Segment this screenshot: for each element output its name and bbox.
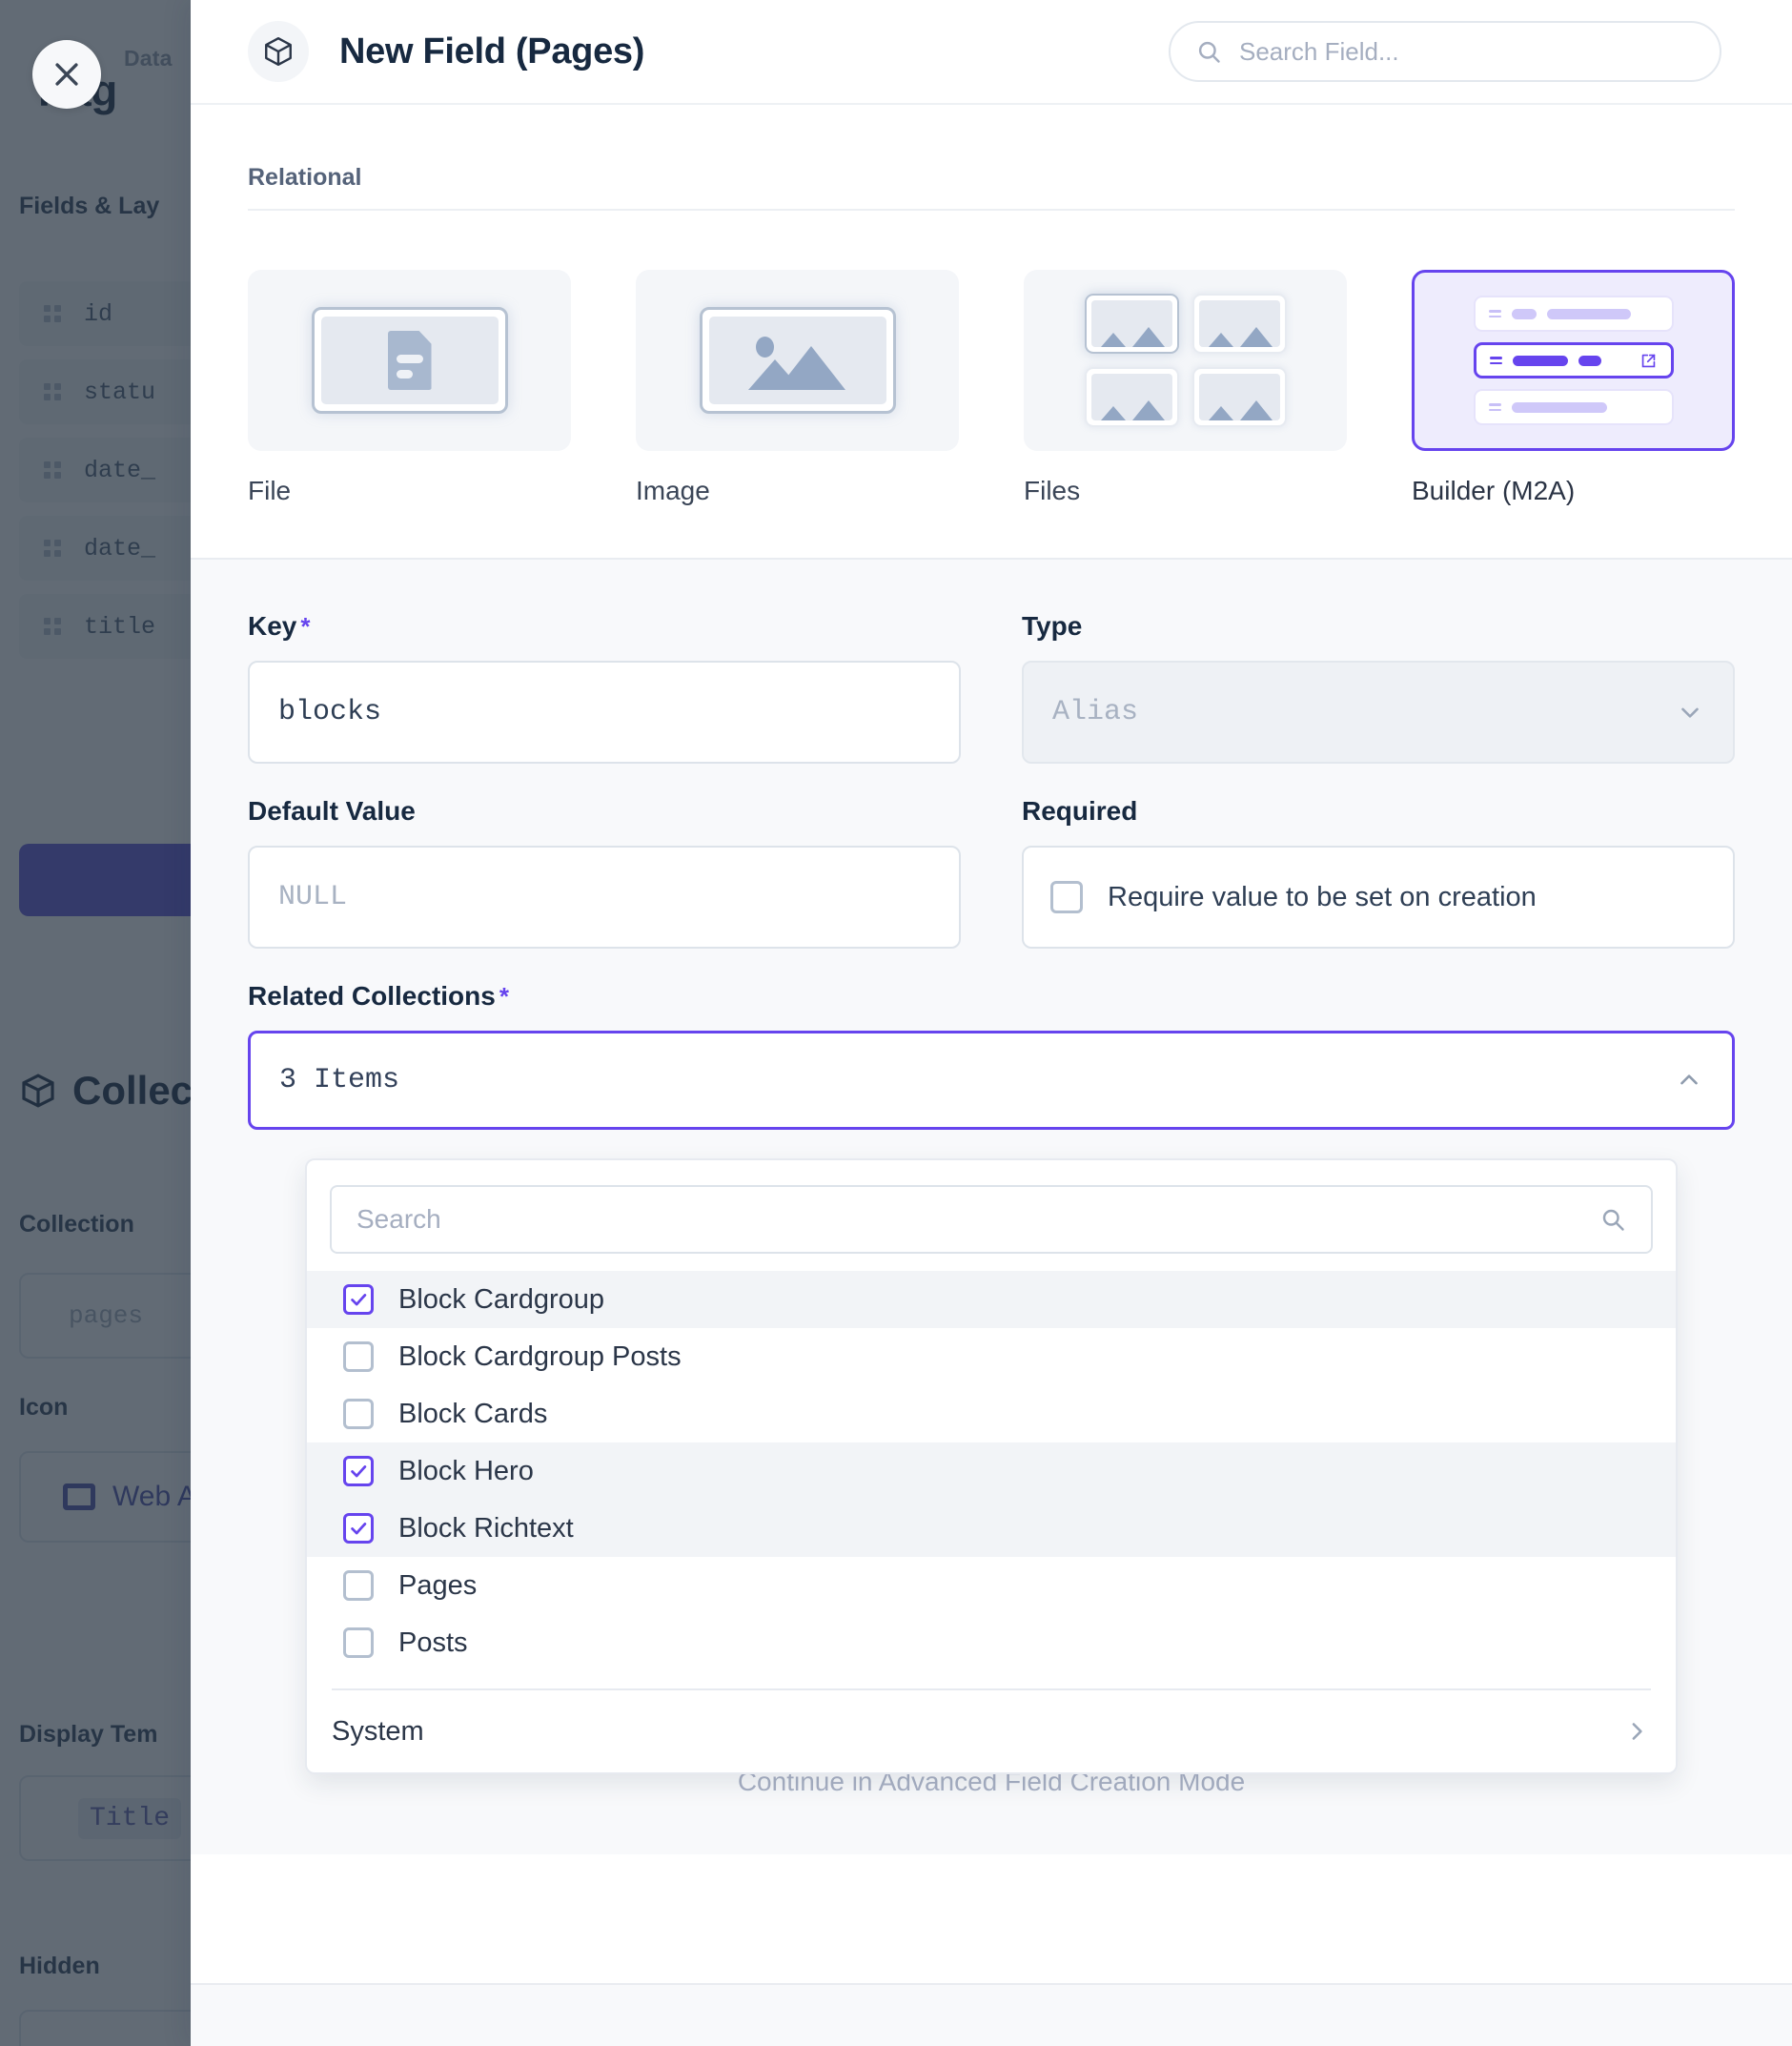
required-checkbox-row[interactable]: Require value to be set on creation xyxy=(1022,846,1735,949)
field-type-label: Files xyxy=(1024,476,1347,506)
chevron-right-icon xyxy=(1622,1717,1651,1746)
option-checkbox[interactable] xyxy=(343,1284,374,1315)
key-input[interactable]: blocks xyxy=(248,661,961,764)
dropdown-option-block-cardgroup-posts[interactable]: Block Cardgroup Posts xyxy=(307,1328,1676,1385)
option-label: Pages xyxy=(398,1570,477,1602)
modal-overlay[interactable] xyxy=(0,0,191,2046)
system-label: System xyxy=(332,1716,424,1748)
files-grid-icon xyxy=(1024,270,1347,451)
related-collections-select[interactable]: 3 Items xyxy=(248,1031,1735,1130)
key-label: Key * xyxy=(248,611,961,642)
related-collections-value: 3 Items xyxy=(279,1064,399,1096)
related-collections-dropdown: Search Block Cardgroup xyxy=(305,1158,1678,1774)
drawer-body: Relational File xyxy=(191,105,1792,2046)
related-collections-label: Related Collections * xyxy=(248,981,1735,1012)
related-collections-label-text: Related Collections xyxy=(248,981,496,1012)
default-value-input[interactable]: NULL xyxy=(248,846,961,949)
option-checkbox[interactable] xyxy=(343,1513,374,1544)
option-label: Block Cards xyxy=(398,1399,547,1430)
required-checkbox-label: Require value to be set on creation xyxy=(1108,882,1537,913)
required-checkbox[interactable] xyxy=(1050,881,1083,913)
key-label-text: Key xyxy=(248,611,296,642)
option-checkbox[interactable] xyxy=(343,1399,374,1429)
field-type-label: Image xyxy=(636,476,959,506)
search-icon xyxy=(1195,38,1222,65)
dropdown-option-block-hero[interactable]: Block Hero xyxy=(307,1442,1676,1500)
default-value-placeholder: NULL xyxy=(278,881,347,913)
field-type-label: Builder (M2A) xyxy=(1412,476,1735,506)
dropdown-option-block-cardgroup[interactable]: Block Cardgroup xyxy=(307,1271,1676,1328)
dropdown-option-pages[interactable]: Pages xyxy=(307,1557,1676,1614)
chevron-down-icon xyxy=(1676,698,1704,726)
file-thumb-icon xyxy=(248,270,571,451)
field-settings-form: Key * blocks Type Alias xyxy=(191,558,1792,1854)
required-label-text: Required xyxy=(1022,796,1137,827)
search-field-placeholder: Search Field... xyxy=(1239,37,1399,67)
dropdown-option-posts[interactable]: Posts xyxy=(307,1614,1676,1671)
field-type-cards: File Image xyxy=(248,211,1735,558)
dropdown-search-input[interactable]: Search xyxy=(330,1185,1653,1254)
drawer-footer-bar xyxy=(191,1983,1792,2046)
type-label: Type xyxy=(1022,611,1735,642)
field-type-card-file[interactable]: File xyxy=(248,270,571,506)
dropdown-search-placeholder: Search xyxy=(356,1204,441,1235)
search-icon xyxy=(1599,1206,1626,1233)
check-icon xyxy=(348,1289,369,1310)
default-value-label: Default Value xyxy=(248,796,961,827)
type-value: Alias xyxy=(1052,696,1138,728)
cube-icon xyxy=(248,21,309,82)
required-marker: * xyxy=(499,982,509,1012)
related-collections-block: Related Collections * 3 Items Search xyxy=(248,949,1735,1854)
close-icon xyxy=(51,58,83,91)
option-checkbox[interactable] xyxy=(343,1627,374,1658)
dropdown-option-block-cards[interactable]: Block Cards xyxy=(307,1385,1676,1442)
required-label: Required xyxy=(1022,796,1735,827)
chevron-up-icon xyxy=(1675,1066,1703,1095)
option-label: Block Cardgroup xyxy=(398,1284,604,1316)
external-link-icon xyxy=(1639,352,1658,370)
field-type-card-files[interactable]: Files xyxy=(1024,270,1347,506)
dropdown-option-block-richtext[interactable]: Block Richtext xyxy=(307,1500,1676,1557)
option-checkbox[interactable] xyxy=(343,1570,374,1601)
check-icon xyxy=(348,1461,369,1482)
field-type-card-image[interactable]: Image xyxy=(636,270,959,506)
app-screen: Data Pag Fields & Lay id statu date_ xyxy=(0,0,1792,2046)
option-label: Block Hero xyxy=(398,1456,534,1487)
field-type-card-builder-m2a[interactable]: Builder (M2A) xyxy=(1412,270,1735,506)
field-type-label: File xyxy=(248,476,571,506)
builder-m2a-icon xyxy=(1412,270,1735,451)
type-select[interactable]: Alias xyxy=(1022,661,1735,764)
required-marker: * xyxy=(300,612,310,642)
close-button[interactable] xyxy=(32,40,101,109)
dropdown-system-group[interactable]: System xyxy=(307,1690,1676,1772)
group-label-relational: Relational xyxy=(248,105,1735,209)
drawer-header: New Field (Pages) Search Field... xyxy=(191,0,1792,105)
page-title: New Field (Pages) xyxy=(339,31,644,72)
option-label: Block Richtext xyxy=(398,1513,574,1545)
key-value: blocks xyxy=(278,696,381,728)
option-checkbox[interactable] xyxy=(343,1341,374,1372)
search-field-input[interactable]: Search Field... xyxy=(1169,21,1721,82)
option-label: Block Cardgroup Posts xyxy=(398,1341,682,1373)
option-checkbox[interactable] xyxy=(343,1456,374,1486)
new-field-drawer: New Field (Pages) Search Field... Relati… xyxy=(191,0,1792,2046)
check-icon xyxy=(348,1518,369,1539)
option-label: Posts xyxy=(398,1627,468,1659)
type-label-text: Type xyxy=(1022,611,1082,642)
default-value-label-text: Default Value xyxy=(248,796,416,827)
image-thumb-icon xyxy=(636,270,959,451)
